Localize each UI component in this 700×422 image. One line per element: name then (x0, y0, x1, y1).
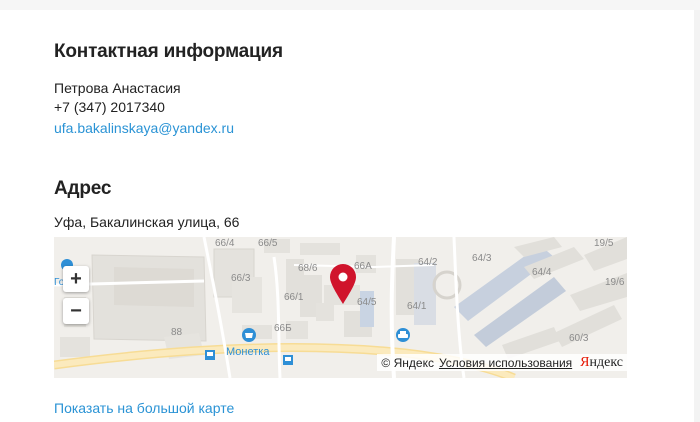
bus-stop-icon[interactable] (283, 355, 293, 365)
contact-name: Петрова Анастасия (54, 80, 181, 96)
label-66-5: 66/5 (258, 238, 278, 249)
contact-email-link[interactable]: ufa.bakalinskaya@yandex.ru (54, 120, 234, 136)
shop-poi-icon[interactable] (242, 328, 256, 342)
top-bar (0, 0, 700, 10)
bus-stop-icon[interactable] (205, 350, 215, 360)
map-copyright: © Яндекс (381, 355, 434, 370)
label-66b: 66Б (274, 323, 292, 334)
zoom-in-button[interactable]: + (63, 266, 89, 292)
label-64-3: 64/3 (472, 253, 492, 264)
zoom-out-button[interactable]: − (63, 298, 89, 324)
label-64-2: 64/2 (418, 257, 438, 268)
map-widget[interactable]: 66/4 66/5 66/3 68/6 66А 64/2 64/3 64/4 1… (54, 237, 627, 378)
label-60-3: 60/3 (569, 333, 589, 344)
label-66a: 66А (354, 261, 372, 272)
label-64-1: 64/1 (407, 301, 427, 312)
label-66-1: 66/1 (284, 292, 304, 303)
label-64-5: 64/5 (357, 297, 377, 308)
car-service-poi-icon[interactable] (396, 328, 410, 342)
page-scrollbar[interactable] (694, 10, 700, 422)
label-19-6: 19/6 (605, 277, 625, 288)
label-88: 88 (171, 327, 183, 338)
contacts-title: Контактная информация (54, 41, 283, 62)
map-terms-link[interactable]: Условия использования (439, 356, 572, 370)
show-large-map-link[interactable]: Показать на большой карте (54, 400, 234, 416)
map-attribution: © Яндекс Условия использования Яндекс (377, 354, 627, 371)
label-66-4: 66/4 (215, 238, 235, 249)
label-66-3: 66/3 (231, 273, 251, 284)
label-19-5: 19/5 (594, 238, 614, 249)
address-text: Уфа, Бакалинская улица, 66 (54, 214, 240, 230)
yandex-logo[interactable]: Яндекс (580, 355, 623, 371)
address-title: Адрес (54, 178, 112, 199)
shop-label[interactable]: Монетка (226, 346, 270, 358)
contact-phone: +7 (347) 2017340 (54, 99, 165, 115)
label-64-4: 64/4 (532, 267, 552, 278)
label-68-6: 68/6 (298, 263, 318, 274)
